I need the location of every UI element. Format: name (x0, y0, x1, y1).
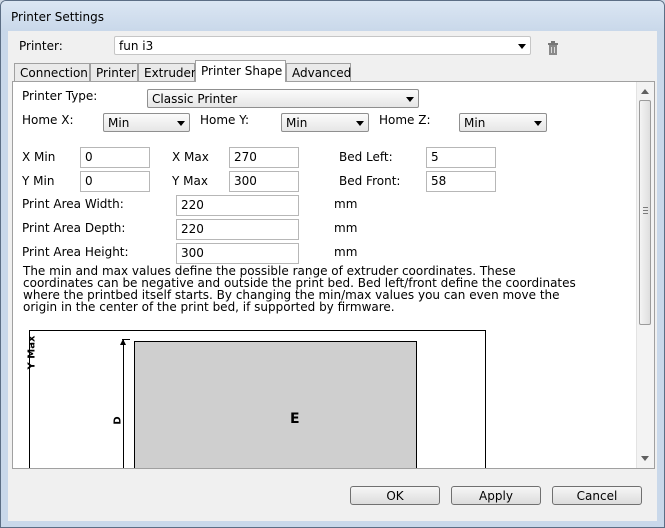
window-frame-bottom (1, 521, 664, 527)
width-unit: mm (334, 197, 358, 211)
depth-dimension-label: D (112, 416, 124, 425)
y-max-input[interactable]: 300 (229, 171, 299, 192)
y-min-input[interactable]: 0 (80, 171, 150, 192)
chevron-down-icon (356, 121, 364, 126)
scroll-down-icon[interactable] (641, 456, 649, 461)
height-unit: mm (334, 245, 358, 259)
depth-unit: mm (334, 221, 358, 235)
vertical-scrollbar[interactable] (636, 82, 654, 468)
printer-select[interactable]: fun i3 (114, 36, 531, 55)
printer-type-value: Classic Printer (152, 92, 238, 106)
y-max-label: Y Max (172, 174, 208, 188)
chevron-down-icon (177, 121, 185, 126)
print-area-width-label: Print Area Width: (22, 197, 124, 211)
trash-icon[interactable] (547, 41, 559, 55)
print-area-height-label: Print Area Height: (22, 245, 129, 259)
home-y-label: Home Y: (200, 113, 250, 127)
grip-line (643, 213, 648, 214)
print-bed-label: E (290, 411, 300, 427)
printer-type-select[interactable]: Classic Printer (147, 89, 419, 108)
home-z-value: Min (464, 116, 486, 130)
cancel-button[interactable]: Cancel (552, 486, 642, 505)
grip-line (643, 207, 648, 208)
print-area-depth-label: Print Area Depth: (22, 221, 126, 235)
y-min-label: Y Min (22, 174, 55, 188)
printer-settings-window: Printer Settings Printer: fun i3 Connect… (0, 0, 665, 528)
home-x-label: Home X: (22, 113, 74, 127)
scroll-up-icon[interactable] (641, 89, 649, 94)
home-z-select[interactable]: Min (459, 113, 547, 132)
apply-button[interactable]: Apply (451, 486, 541, 505)
bed-front-label: Bed Front: (339, 174, 401, 188)
x-max-input[interactable]: 270 (229, 147, 299, 168)
print-area-width-input[interactable]: 220 (176, 195, 299, 216)
tab-connection[interactable]: Connection (14, 63, 90, 81)
tab-printer[interactable]: Printer (90, 63, 138, 81)
window-title: Printer Settings (11, 10, 104, 24)
window-frame-left (1, 31, 8, 527)
bed-left-label: Bed Left: (339, 150, 393, 164)
shape-description: The min and max values define the possib… (23, 265, 576, 314)
tab-extruder[interactable]: Extruder (138, 63, 196, 81)
home-x-value: Min (108, 116, 130, 130)
x-min-input[interactable]: 0 (80, 147, 150, 168)
chevron-down-icon (518, 44, 526, 49)
home-z-label: Home Z: (379, 113, 431, 127)
printer-shape-panel: Printer Type: Classic Printer Home X: Mi… (12, 81, 655, 469)
chevron-down-icon (406, 97, 414, 102)
printer-select-value: fun i3 (119, 39, 154, 53)
printer-label: Printer: (19, 39, 63, 53)
window-frame-right (657, 31, 664, 527)
bed-left-input[interactable]: 5 (426, 147, 496, 168)
title-bar[interactable]: Printer Settings (1, 1, 664, 31)
scrollbar-thumb[interactable] (639, 100, 651, 325)
home-y-value: Min (286, 116, 308, 130)
print-bed-area (134, 341, 417, 468)
home-x-select[interactable]: Min (103, 113, 190, 132)
y-max-axis-label: Y Max (26, 335, 38, 370)
home-y-select[interactable]: Min (281, 113, 369, 132)
print-area-height-input[interactable]: 300 (176, 243, 299, 264)
ok-button[interactable]: OK (350, 486, 440, 505)
depth-dimension-line (123, 339, 124, 468)
grip-line (643, 210, 648, 211)
x-max-label: X Max (172, 150, 209, 164)
x-min-label: X Min (22, 150, 56, 164)
dimension-tick (122, 339, 130, 340)
tab-printer-shape[interactable]: Printer Shape (195, 60, 286, 82)
chevron-down-icon (534, 121, 542, 126)
printer-type-label: Printer Type: (22, 89, 98, 103)
bed-front-input[interactable]: 58 (426, 171, 496, 192)
print-bed-diagram: Y Max D E (26, 330, 486, 468)
description-line: origin in the center of the print bed, i… (23, 300, 395, 314)
print-area-depth-input[interactable]: 220 (176, 219, 299, 240)
tab-advanced[interactable]: Advanced (286, 63, 351, 81)
